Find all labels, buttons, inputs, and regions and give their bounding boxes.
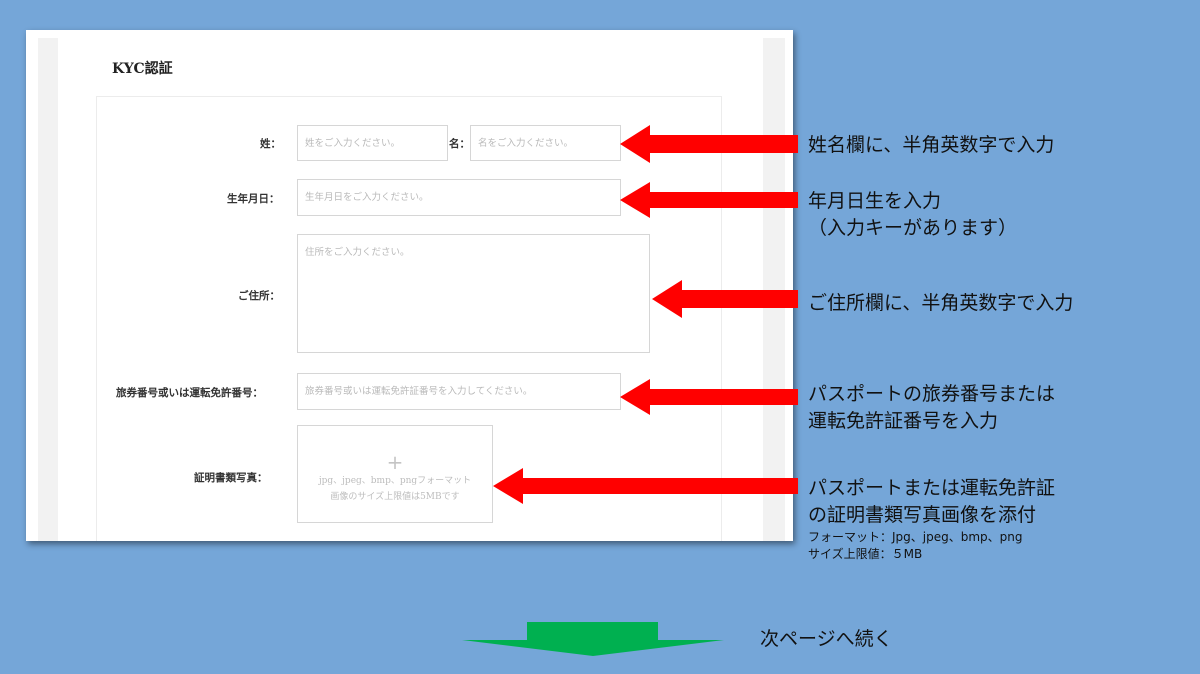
note-name: 姓名欄に、半角英数字で入力 xyxy=(808,134,1055,156)
id-photo-upload[interactable]: + jpg、jpeg、bmp、pngフォーマット 画像のサイズ上限値は5MBです xyxy=(297,425,493,523)
id-number-field[interactable] xyxy=(297,373,621,410)
first-name-input[interactable] xyxy=(471,126,620,160)
birthdate-input[interactable] xyxy=(298,180,620,215)
note-address: ご住所欄に、半角英数字で入力 xyxy=(808,292,1074,314)
id-number-label: 旅券番号或いは運転免許番号： xyxy=(116,387,263,399)
note-id-number-sub: 運転免許証番号を入力 xyxy=(808,410,999,432)
note-photo-size: サイズ上限値：５MB xyxy=(808,547,923,561)
note-birthdate-sub: （入力キーがあります） xyxy=(808,217,1018,239)
note-photo: パスポートまたは運転免許証 xyxy=(808,477,1056,499)
arrow-left-icon xyxy=(620,125,798,163)
birthdate-field[interactable] xyxy=(297,179,621,216)
last-name-field[interactable] xyxy=(297,125,448,161)
id-photo-label: 証明書類写真： xyxy=(194,472,268,484)
upload-size-hint: 画像のサイズ上限値は5MBです xyxy=(330,492,460,502)
first-name-label: 名： xyxy=(449,138,470,150)
address-field[interactable] xyxy=(297,234,650,353)
upload-format-hint: jpg、jpeg、bmp、pngフォーマット xyxy=(318,476,472,486)
arrow-down-icon xyxy=(462,622,724,656)
address-label: ご住所： xyxy=(238,290,280,302)
plus-icon: + xyxy=(386,450,404,474)
note-photo-format: フォーマット：Jpg、jpeg、bmp、png xyxy=(808,530,1023,544)
arrow-left-icon xyxy=(620,182,798,218)
note-photo-sub: の証明書類写真画像を添付 xyxy=(808,504,1037,526)
first-name-field[interactable] xyxy=(470,125,621,161)
arrow-left-icon xyxy=(652,280,798,318)
next-page-label: 次ページへ続く xyxy=(760,628,893,650)
id-number-input[interactable] xyxy=(298,374,620,409)
last-name-input[interactable] xyxy=(298,126,447,160)
arrow-left-icon xyxy=(620,379,798,415)
birthdate-label: 生年月日： xyxy=(227,193,280,205)
left-gutter xyxy=(38,38,58,541)
address-textarea[interactable] xyxy=(298,235,649,352)
form-title: KYC認証 xyxy=(112,61,173,77)
last-name-label: 姓： xyxy=(260,138,281,150)
arrow-left-icon xyxy=(493,468,798,504)
note-id-number: パスポートの旅券番号または xyxy=(808,383,1056,405)
note-birthdate: 年月日生を入力 xyxy=(808,190,942,212)
